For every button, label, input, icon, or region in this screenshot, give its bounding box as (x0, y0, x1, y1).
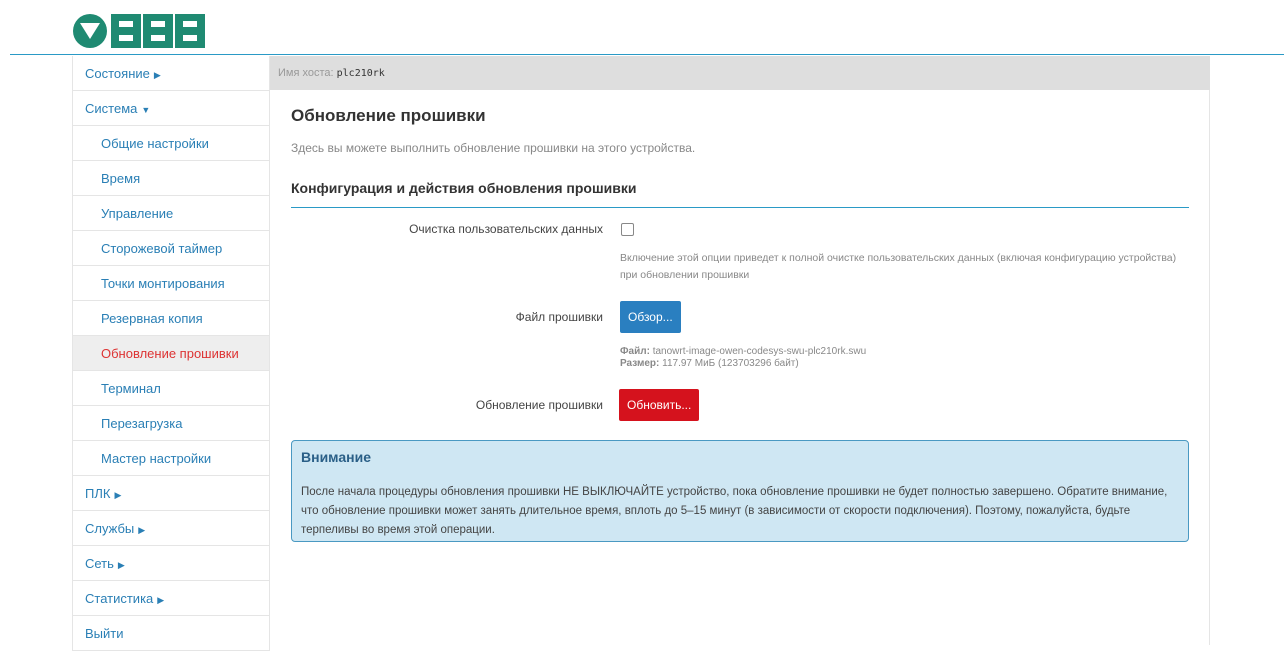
logo-letter (111, 14, 141, 48)
sidebar-item-time[interactable]: Время (72, 161, 270, 196)
caret-right-icon: ▶ (138, 525, 146, 535)
hostname-label: Имя хоста: (278, 67, 334, 79)
clear-user-data-hint: Включение этой опции приведет к полной о… (620, 252, 1177, 281)
sidebar-item-system[interactable]: Система ▼ (72, 91, 270, 126)
file-size-label: Размер: (620, 358, 660, 369)
sidebar-item-management[interactable]: Управление (72, 196, 270, 231)
sidebar-item-network[interactable]: Сеть ▶ (72, 546, 270, 581)
sidebar-item-mount-points[interactable]: Точки монтирования (72, 266, 270, 301)
alert-text: После начала процедуры обновления прошив… (301, 486, 1168, 536)
sidebar-item-plc[interactable]: ПЛК ▶ (72, 476, 270, 511)
file-name: tanowrt-image-owen-codesys-swu-plc210rk.… (652, 346, 867, 357)
file-size: 117.97 МиБ (123703296 байт) (662, 358, 799, 369)
section-title: Конфигурация и действия обновления проши… (291, 180, 637, 196)
clear-user-data-checkbox[interactable] (621, 223, 634, 236)
sidebar-item-statistics[interactable]: Статистика ▶ (72, 581, 270, 616)
header (0, 0, 1284, 56)
sidebar: Состояние ▶ Система ▼ Общие настройки Врем… (72, 56, 270, 651)
file-name-label: Файл: (620, 346, 650, 357)
firmware-file-label: Файл прошивки (515, 310, 603, 324)
alert-title: Внимание (301, 449, 371, 465)
logo-letter (175, 14, 205, 48)
firmware-update-label: Обновление прошивки (475, 398, 603, 412)
caret-right-icon: ▶ (117, 560, 125, 570)
sidebar-item-status[interactable]: Состояние ▶ (72, 56, 270, 91)
update-button[interactable]: Обновить... (619, 389, 700, 421)
sidebar-item-terminal[interactable]: Терминал (72, 371, 270, 406)
clear-user-data-label: Очистка пользовательских данных (409, 222, 603, 236)
logo-letter (143, 14, 173, 48)
page-description: Здесь вы можете выполнить обновление про… (291, 141, 696, 155)
page-title: Обновление прошивки (291, 106, 486, 125)
sidebar-item-setup-wizard[interactable]: Мастер настройки (72, 441, 270, 476)
sidebar-item-general-settings[interactable]: Общие настройки (72, 126, 270, 161)
owen-logo (73, 14, 205, 48)
sidebar-item-backup[interactable]: Резервная копия (72, 301, 270, 336)
sidebar-item-services[interactable]: Службы ▶ (72, 511, 270, 546)
file-info: Файл: tanowrt-image-owen-codesys-swu-plc… (620, 346, 866, 370)
section-divider (291, 207, 1189, 208)
hostname-bar: Имя хоста: plc210rk (270, 56, 1210, 90)
sidebar-item-reboot[interactable]: Перезагрузка (72, 406, 270, 441)
browse-button[interactable]: Обзор... (620, 301, 681, 333)
caret-right-icon: ▶ (114, 490, 122, 500)
sidebar-item-firmware-update[interactable]: Обновление прошивки (72, 336, 270, 371)
sidebar-item-watchdog[interactable]: Сторожевой таймер (72, 231, 270, 266)
hostname-value: plc210rk (336, 68, 385, 79)
caret-right-icon: ▶ (157, 595, 165, 605)
caret-down-icon: ▼ (141, 105, 151, 115)
caret-right-icon: ▶ (153, 70, 161, 80)
main-content: Обновление прошивки Здесь вы можете выпо… (270, 90, 1210, 645)
warning-alert: Внимание После начала процедуры обновлен… (291, 440, 1189, 542)
sidebar-item-logout[interactable]: Выйти (72, 616, 270, 651)
logo-mark-icon (73, 14, 107, 48)
header-divider (10, 54, 1284, 55)
